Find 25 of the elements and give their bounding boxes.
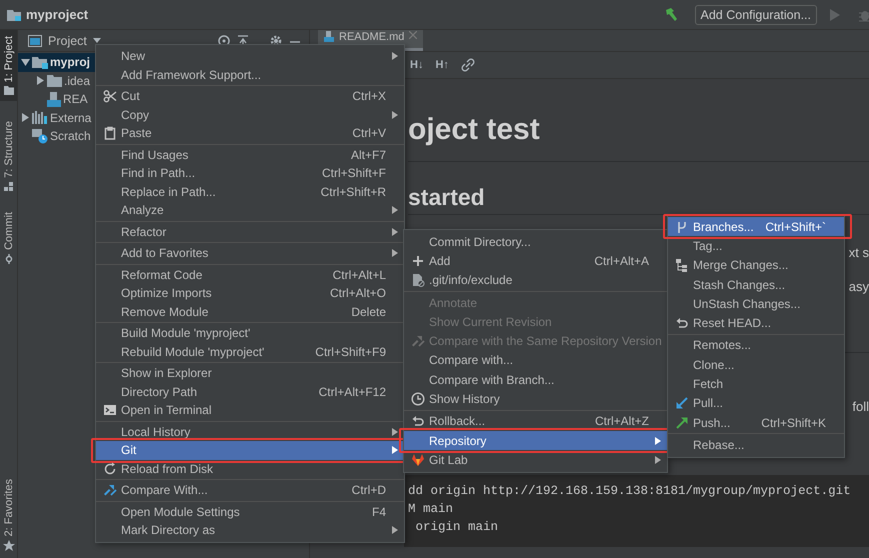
shortcut-text: Ctrl+X [352,89,386,104]
window-title: myproject [26,7,88,22]
shortcut-text: Alt+F7 [350,148,386,162]
code-line: M main [408,502,454,518]
shortcut-text: Ctrl+Shift+F9 [315,344,386,359]
shortcut-text: Ctrl+V [352,126,386,140]
shortcut-text: Ctrl+Shift+K [761,416,826,430]
shortcut-text: Ctrl+Shift+` [765,220,826,234]
shortcut-text: Ctrl+Alt+O [330,286,386,300]
shortcut-text: Ctrl+Alt+Z [594,414,649,428]
code-line: origin main [414,520,500,536]
shortcut-text: Ctrl+Shift+R [320,184,386,199]
shortcut-text: Ctrl+Alt+F12 [318,384,386,399]
heading: oject test [408,113,869,162]
shortcut-text: Delete [351,304,386,319]
paragraph-text: asy [848,279,869,296]
paragraph-text: foll [852,399,869,416]
shortcut-text: Ctrl+D [352,483,386,498]
shortcut-text: Ctrl+Shift+F [322,166,386,180]
code-line: dd origin http://192.168.159.138:8181/mygroup/myproject.git [408,484,852,500]
shortcut-text: F4 [372,504,386,519]
subheading: started [408,184,869,215]
shortcut-text: Ctrl+Alt+A [594,254,649,268]
shortcut-text: Ctrl+Alt+L [332,268,386,282]
paragraph-text: xt s [848,245,869,262]
